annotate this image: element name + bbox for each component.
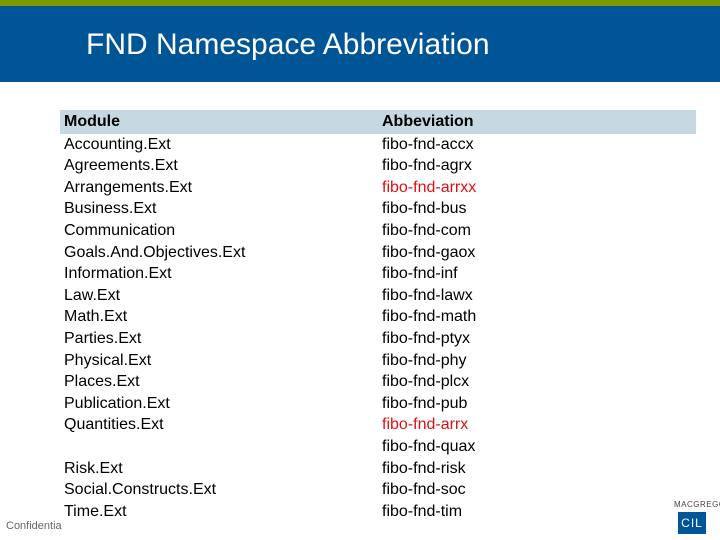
title-bar: FND Namespace Abbreviation	[0, 0, 720, 82]
table-row: Parties.Extfibo-fnd-ptyx	[60, 328, 696, 350]
cell-module: Risk.Ext	[60, 458, 378, 480]
cell-abbr: fibo-fnd-arrxx	[378, 177, 696, 199]
page-title: FND Namespace Abbreviation	[0, 6, 720, 62]
column-header-module: Module	[60, 110, 378, 134]
cell-abbr: fibo-fnd-lawx	[378, 285, 696, 307]
cell-module: Information.Ext	[60, 263, 378, 285]
cell-module: Parties.Ext	[60, 328, 378, 350]
cell-module: Agreements.Ext	[60, 155, 378, 177]
cell-abbr: fibo-fnd-math	[378, 306, 696, 328]
table-row: Social.Constructs.Extfibo-fnd-soc	[60, 479, 696, 501]
namespace-table: Module Abbeviation Accounting.Extfibo-fn…	[60, 110, 696, 522]
table-row: Law.Extfibo-fnd-lawx	[60, 285, 696, 307]
table-row: fibo-fnd-quax	[60, 436, 696, 458]
logo-box-text: CIL	[678, 512, 706, 534]
cell-abbr: fibo-fnd-gaox	[378, 242, 696, 264]
cell-abbr: fibo-fnd-agrx	[378, 155, 696, 177]
table-row: Math.Extfibo-fnd-math	[60, 306, 696, 328]
cell-abbr: fibo-fnd-ptyx	[378, 328, 696, 350]
cell-module: Publication.Ext	[60, 393, 378, 415]
cell-abbr: fibo-fnd-soc	[378, 479, 696, 501]
cell-abbr: fibo-fnd-tim	[378, 501, 696, 523]
cell-abbr: fibo-fnd-accx	[378, 134, 696, 156]
cell-abbr: fibo-fnd-quax	[378, 436, 696, 458]
cell-abbr: fibo-fnd-risk	[378, 458, 696, 480]
table-header-row: Module Abbeviation	[60, 110, 696, 134]
table-row: Publication.Extfibo-fnd-pub	[60, 393, 696, 415]
column-header-abbr: Abbeviation	[378, 110, 696, 134]
table-row: Communicationfibo-fnd-com	[60, 220, 696, 242]
table-row: Physical.Extfibo-fnd-phy	[60, 350, 696, 372]
cell-abbr: fibo-fnd-bus	[378, 198, 696, 220]
logo-top-text: MACGREGOR	[674, 500, 720, 509]
table-row: Goals.And.Objectives.Extfibo-fnd-gaox	[60, 242, 696, 264]
content-area: Module Abbeviation Accounting.Extfibo-fn…	[60, 110, 696, 540]
table-row: Business.Extfibo-fnd-bus	[60, 198, 696, 220]
cell-module: Time.Ext	[60, 501, 378, 523]
cell-module: Social.Constructs.Ext	[60, 479, 378, 501]
table-row: Places.Extfibo-fnd-plcx	[60, 371, 696, 393]
table-row: Agreements.Extfibo-fnd-agrx	[60, 155, 696, 177]
cell-module: Arrangements.Ext	[60, 177, 378, 199]
cell-module: Physical.Ext	[60, 350, 378, 372]
cell-abbr: fibo-fnd-phy	[378, 350, 696, 372]
table-row: Information.Extfibo-fnd-inf	[60, 263, 696, 285]
logo: MACGREGOR CIL	[672, 498, 712, 538]
cell-module: Communication	[60, 220, 378, 242]
cell-module	[60, 436, 378, 458]
cell-module: Math.Ext	[60, 306, 378, 328]
cell-abbr: fibo-fnd-inf	[378, 263, 696, 285]
table-row: Accounting.Extfibo-fnd-accx	[60, 134, 696, 156]
table-row: Risk.Extfibo-fnd-risk	[60, 458, 696, 480]
confidential-label: Confidentia	[6, 520, 62, 532]
cell-abbr: fibo-fnd-plcx	[378, 371, 696, 393]
cell-module: Goals.And.Objectives.Ext	[60, 242, 378, 264]
cell-module: Places.Ext	[60, 371, 378, 393]
cell-abbr: fibo-fnd-pub	[378, 393, 696, 415]
cell-module: Law.Ext	[60, 285, 378, 307]
cell-module: Quantities.Ext	[60, 414, 378, 436]
cell-abbr: fibo-fnd-arrx	[378, 414, 696, 436]
table-row: Time.Extfibo-fnd-tim	[60, 501, 696, 523]
cell-module: Accounting.Ext	[60, 134, 378, 156]
cell-abbr: fibo-fnd-com	[378, 220, 696, 242]
table-row: Arrangements.Extfibo-fnd-arrxx	[60, 177, 696, 199]
cell-module: Business.Ext	[60, 198, 378, 220]
table-row: Quantities.Extfibo-fnd-arrx	[60, 414, 696, 436]
